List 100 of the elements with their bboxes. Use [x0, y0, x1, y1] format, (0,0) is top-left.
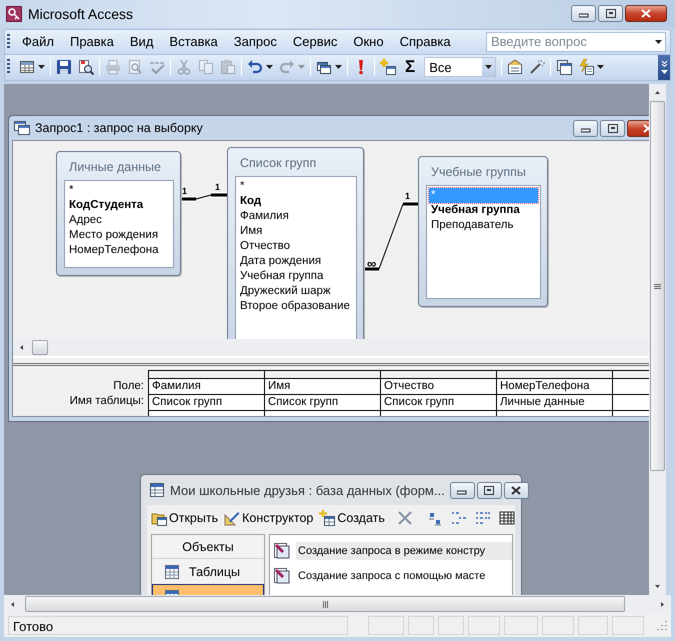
scroll-arrow-icon	[19, 345, 24, 350]
field-item[interactable]: Второе образование	[238, 299, 354, 314]
scroll-thumb[interactable]	[32, 340, 48, 356]
field-item[interactable]: Учебная группа	[238, 269, 354, 284]
new-object-icon[interactable]	[578, 59, 594, 76]
field-item[interactable]: Преподаватель	[429, 218, 538, 234]
list-view-icon[interactable]	[474, 510, 491, 526]
totals-button[interactable]: Σ	[405, 57, 416, 78]
new-table-button[interactable]: Создать	[319, 510, 385, 526]
field-cell[interactable]: Отчество	[381, 379, 496, 396]
grip-icon	[322, 600, 328, 608]
menu-item[interactable]: Сервис	[288, 31, 342, 52]
column-selector[interactable]	[381, 370, 496, 380]
field-item[interactable]: Дружеский шарж	[238, 284, 354, 300]
dropdown-caret-icon[interactable]	[597, 65, 604, 70]
database-window-icon[interactable]	[556, 59, 572, 76]
document-search-icon[interactable]	[78, 59, 94, 76]
table-name-cell[interactable]: Список групп	[149, 395, 264, 412]
object-type-item[interactable]: Таблицы	[152, 559, 264, 584]
field-item[interactable]: Учебная группа	[429, 203, 538, 218]
table-name-cell[interactable]: Список групп	[381, 395, 496, 412]
field-cell[interactable]: НомерТелефона	[497, 379, 612, 396]
status-panel	[438, 616, 464, 635]
scroll-thumb[interactable]	[25, 596, 625, 612]
add-table-icon[interactable]	[380, 59, 396, 76]
column-selector[interactable]	[149, 370, 264, 380]
field-item[interactable]: *	[238, 179, 354, 194]
maximize-button[interactable]	[476, 482, 502, 499]
relationship-line[interactable]	[364, 202, 418, 271]
minimize-button[interactable]	[573, 120, 598, 137]
menu-item[interactable]: Файл	[18, 31, 58, 52]
large-icons-icon[interactable]	[426, 510, 443, 526]
dropdown-caret-icon[interactable]	[335, 65, 342, 70]
query-list-item[interactable]: Создание запроса с помощью масте	[274, 563, 512, 588]
table-field-box[interactable]: Список групп * Код Фамилия Имя Отчество Дата рождения Учебная группа Дружеский шарж Второе образование	[227, 147, 364, 340]
table-field-box[interactable]: Учебные группы * Учебная группа Преподаватель	[418, 156, 548, 308]
menu-item[interactable]: Правка	[66, 31, 118, 52]
open-folder-button[interactable]: Открыть	[151, 510, 218, 526]
ruler-pencil-button[interactable]: Конструктор	[224, 510, 314, 526]
maximize-button[interactable]	[598, 5, 623, 22]
chevron-icon	[660, 60, 668, 74]
magic-wand-icon[interactable]	[529, 59, 546, 76]
status-panel	[578, 616, 608, 635]
scroll-thumb[interactable]	[650, 101, 665, 472]
table-field-box[interactable]: Личные данные * КодСтудента Адрес Место рождения НомерТелефона	[56, 151, 181, 276]
field-item[interactable]: Фамилия	[238, 209, 354, 224]
field-item[interactable]: Место рождения	[67, 228, 171, 244]
table-grid-icon[interactable]	[19, 59, 35, 76]
minimize-button[interactable]	[450, 482, 475, 499]
details-view-icon[interactable]	[498, 510, 515, 526]
small-icons-icon[interactable]	[450, 510, 467, 526]
table-title: Личные данные	[68, 159, 162, 176]
delete-icon[interactable]	[396, 510, 413, 526]
column-selector[interactable]	[497, 370, 612, 380]
splitter-bar[interactable]	[13, 356, 649, 366]
menu-item[interactable]: Вставка	[165, 31, 222, 52]
properties-icon[interactable]	[507, 59, 524, 76]
cardinality-label: 1	[215, 182, 220, 192]
field-cell[interactable]: Фамилия	[149, 379, 264, 396]
field-item[interactable]: Адрес	[67, 213, 171, 228]
dropdown-caret-icon[interactable]	[266, 65, 273, 70]
maximize-icon	[608, 124, 618, 133]
save-icon[interactable]	[56, 59, 72, 76]
field-item[interactable]: Отчество	[238, 239, 354, 254]
column-selector[interactable]	[265, 370, 380, 380]
close-button[interactable]	[625, 5, 667, 22]
minimize-button[interactable]	[571, 5, 596, 22]
close-icon	[511, 486, 522, 495]
close-icon	[641, 9, 651, 18]
menu-item[interactable]: Справка	[396, 31, 455, 52]
field-item[interactable]: КодСтудента	[67, 198, 171, 214]
toolbar-options-button[interactable]	[658, 54, 670, 80]
grip-icon	[654, 282, 661, 290]
scroll-arrow-icon	[660, 602, 665, 607]
close-button[interactable]	[504, 482, 529, 499]
resize-grip-icon[interactable]	[657, 620, 667, 630]
undo-icon[interactable]	[247, 59, 263, 76]
query-type-icon[interactable]	[316, 59, 332, 76]
field-item[interactable]: *	[67, 183, 171, 198]
table-name-cell[interactable]: Личные данные	[497, 395, 612, 412]
field-item[interactable]: Код	[238, 194, 354, 210]
table-icon	[165, 564, 179, 579]
maximize-button[interactable]	[600, 120, 625, 137]
dropdown-caret-icon[interactable]	[485, 65, 492, 70]
combo-box[interactable]: Все	[424, 57, 496, 78]
new-table-icon	[319, 510, 336, 526]
relationship-line[interactable]	[179, 194, 227, 201]
objects-header[interactable]: Объекты	[152, 535, 264, 560]
query-icon	[14, 121, 30, 136]
menu-item[interactable]: Вид	[126, 31, 158, 52]
field-item[interactable]: НомерТелефона	[67, 243, 171, 258]
menu-item[interactable]: Запрос	[230, 31, 281, 52]
table-title: Учебные группы	[430, 164, 527, 182]
field-cell[interactable]: Имя	[265, 379, 380, 396]
field-item[interactable]: Дата рождения	[238, 254, 354, 270]
table-name-cell[interactable]: Список групп	[265, 395, 380, 412]
menu-item[interactable]: Окно	[349, 31, 388, 52]
field-item[interactable]: Имя	[238, 224, 354, 240]
dropdown-caret-icon[interactable]	[38, 65, 45, 70]
app-icon	[6, 6, 22, 22]
